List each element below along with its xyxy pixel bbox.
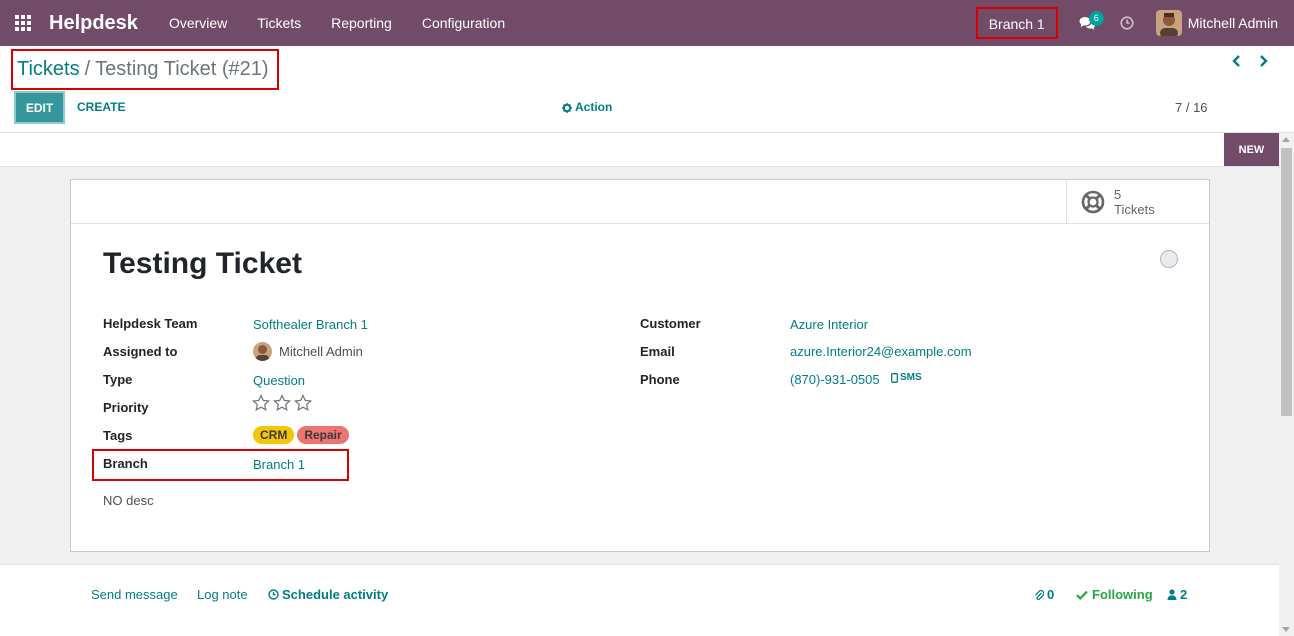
top-navbar: Helpdesk Overview Tickets Reporting Conf… xyxy=(0,0,1294,46)
mobile-icon xyxy=(891,372,898,383)
status-bar: NEW xyxy=(0,133,1279,167)
label-priority: Priority xyxy=(103,400,149,415)
branch-switcher[interactable]: Branch 1 xyxy=(975,7,1058,39)
value-phone[interactable]: (870)-931-0505 xyxy=(790,372,880,387)
gear-icon xyxy=(562,102,572,113)
priority-star-3-icon[interactable] xyxy=(294,394,312,412)
label-phone: Phone xyxy=(640,372,680,387)
paperclip-icon xyxy=(1035,589,1044,600)
page-scrollbar[interactable] xyxy=(1279,133,1294,636)
breadcrumb-separator: / xyxy=(84,58,91,80)
tickets-label: Tickets xyxy=(1114,201,1155,217)
edit-button[interactable]: EDIT xyxy=(14,91,65,124)
button-box: 5 Tickets xyxy=(71,180,1209,224)
breadcrumb-tickets-link[interactable]: Tickets xyxy=(17,51,80,88)
pager-next-icon[interactable] xyxy=(1255,51,1271,71)
value-email[interactable]: azure.Interior24@example.com xyxy=(790,344,972,359)
tags-list: CRM Repair xyxy=(253,426,349,444)
ticket-title[interactable]: Testing Ticket xyxy=(103,247,302,281)
send-message-button[interactable]: Send message xyxy=(91,587,178,602)
chat-count-badge: 6 xyxy=(1088,11,1104,26)
breadcrumb: Tickets / Testing Ticket (#21) xyxy=(11,49,279,90)
menu-tickets[interactable]: Tickets xyxy=(242,0,316,46)
life-ring-icon xyxy=(1081,190,1105,213)
attachments-count: 0 xyxy=(1047,587,1055,602)
chat-icon[interactable]: 6 xyxy=(1072,8,1104,38)
clock-icon xyxy=(268,589,279,600)
user-menu[interactable]: Mitchell Admin xyxy=(1155,10,1278,36)
schedule-activity-label: Schedule activity xyxy=(282,587,389,602)
value-customer[interactable]: Azure Interior xyxy=(790,317,868,332)
ticket-description[interactable]: NO desc xyxy=(103,493,154,508)
priority-star-2-icon[interactable] xyxy=(273,394,291,412)
control-panel: Tickets / Testing Ticket (#21) EDIT CREA… xyxy=(0,46,1294,133)
assignee-avatar xyxy=(253,342,272,361)
log-note-button[interactable]: Log note xyxy=(197,587,248,602)
label-assigned-to: Assigned to xyxy=(103,344,178,359)
label-branch: Branch xyxy=(103,456,148,471)
action-menu-button[interactable]: Action xyxy=(562,91,612,124)
value-assigned-to[interactable]: Mitchell Admin xyxy=(253,342,363,361)
value-branch[interactable]: Branch 1 xyxy=(253,457,305,472)
label-helpdesk-team: Helpdesk Team xyxy=(103,316,198,331)
label-tags: Tags xyxy=(103,428,133,443)
pager-previous-icon[interactable] xyxy=(1228,51,1244,71)
main-menu: Overview Tickets Reporting Configuration xyxy=(154,0,520,46)
tickets-smart-button[interactable]: 5 Tickets xyxy=(1066,180,1209,223)
action-label: Action xyxy=(575,100,613,114)
menu-reporting[interactable]: Reporting xyxy=(316,0,407,46)
user-avatar xyxy=(1155,10,1182,36)
check-icon xyxy=(1076,590,1088,600)
value-type[interactable]: Question xyxy=(253,373,305,388)
activity-clock-icon[interactable] xyxy=(1112,8,1142,38)
tickets-count: 5 xyxy=(1114,186,1122,202)
menu-overview[interactable]: Overview xyxy=(154,0,242,46)
tag-repair[interactable]: Repair xyxy=(297,426,349,444)
user-name: Mitchell Admin xyxy=(1187,15,1278,31)
breadcrumb-current: Testing Ticket (#21) xyxy=(95,58,269,80)
app-brand[interactable]: Helpdesk xyxy=(49,12,138,35)
following-button[interactable]: Following xyxy=(1076,587,1153,602)
sms-label: SMS xyxy=(900,372,922,383)
priority-stars xyxy=(252,394,312,412)
label-email: Email xyxy=(640,344,675,359)
schedule-activity-button[interactable]: Schedule activity xyxy=(268,587,388,602)
chatter: Send message Log note Schedule activity … xyxy=(0,564,1279,636)
priority-star-1-icon[interactable] xyxy=(252,394,270,412)
kanban-state-indicator[interactable] xyxy=(1160,250,1178,268)
scroll-down-icon[interactable] xyxy=(1282,627,1290,632)
following-label: Following xyxy=(1092,587,1153,602)
scroll-thumb[interactable] xyxy=(1281,148,1292,416)
form-sheet: 5 Tickets Testing Ticket Helpdesk Team S… xyxy=(70,179,1210,552)
followers-button[interactable]: 2 xyxy=(1167,587,1187,602)
followers-count: 2 xyxy=(1180,587,1188,602)
tag-crm[interactable]: CRM xyxy=(253,426,295,444)
label-type: Type xyxy=(103,372,133,387)
apps-menu-icon[interactable] xyxy=(0,0,46,46)
user-icon xyxy=(1167,589,1177,600)
label-customer: Customer xyxy=(640,316,701,331)
create-button[interactable]: CREATE xyxy=(77,91,125,124)
assignee-name: Mitchell Admin xyxy=(279,344,363,359)
sms-button[interactable]: SMS xyxy=(891,372,922,383)
value-helpdesk-team[interactable]: Softhealer Branch 1 xyxy=(253,317,368,332)
attachments-button[interactable]: 0 xyxy=(1034,587,1054,602)
pager-value[interactable]: 7 / 16 xyxy=(1175,91,1208,124)
scroll-up-icon[interactable] xyxy=(1282,137,1290,142)
stage-new-button[interactable]: NEW xyxy=(1224,133,1279,166)
menu-configuration[interactable]: Configuration xyxy=(407,0,520,46)
